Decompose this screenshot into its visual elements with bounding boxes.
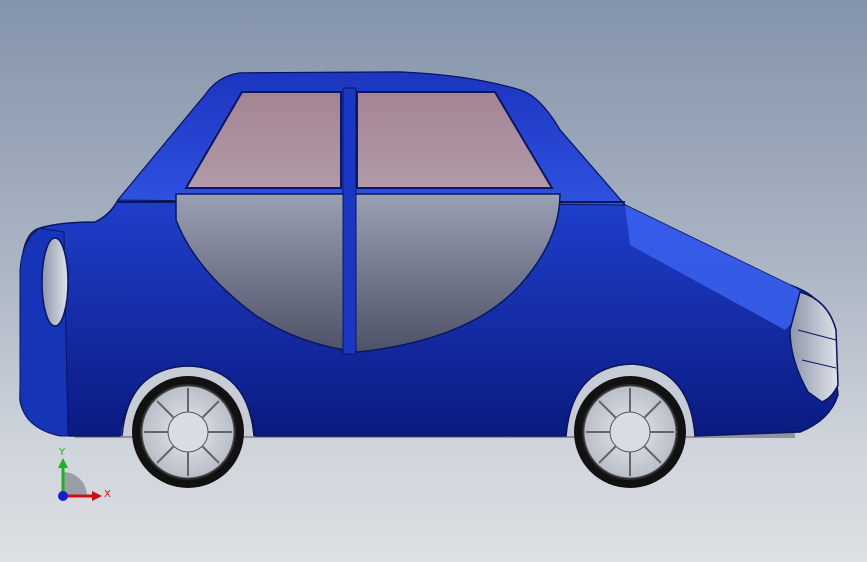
- tail-lamp: [41, 237, 69, 327]
- graphics-viewport[interactable]: X Y: [0, 0, 867, 562]
- y-axis-label: Y: [58, 447, 66, 458]
- triad-xy-plane: [63, 472, 87, 496]
- front-wheel: [574, 376, 686, 488]
- rear-wheel: [132, 376, 244, 488]
- z-axis-dot: [58, 491, 68, 501]
- b-pillar: [342, 87, 357, 355]
- reference-triad[interactable]: X Y: [58, 447, 111, 501]
- x-axis-arrowhead: [92, 491, 102, 501]
- y-axis-arrowhead: [58, 458, 68, 468]
- x-axis-label: X: [104, 489, 111, 500]
- car-model[interactable]: X Y: [0, 0, 867, 562]
